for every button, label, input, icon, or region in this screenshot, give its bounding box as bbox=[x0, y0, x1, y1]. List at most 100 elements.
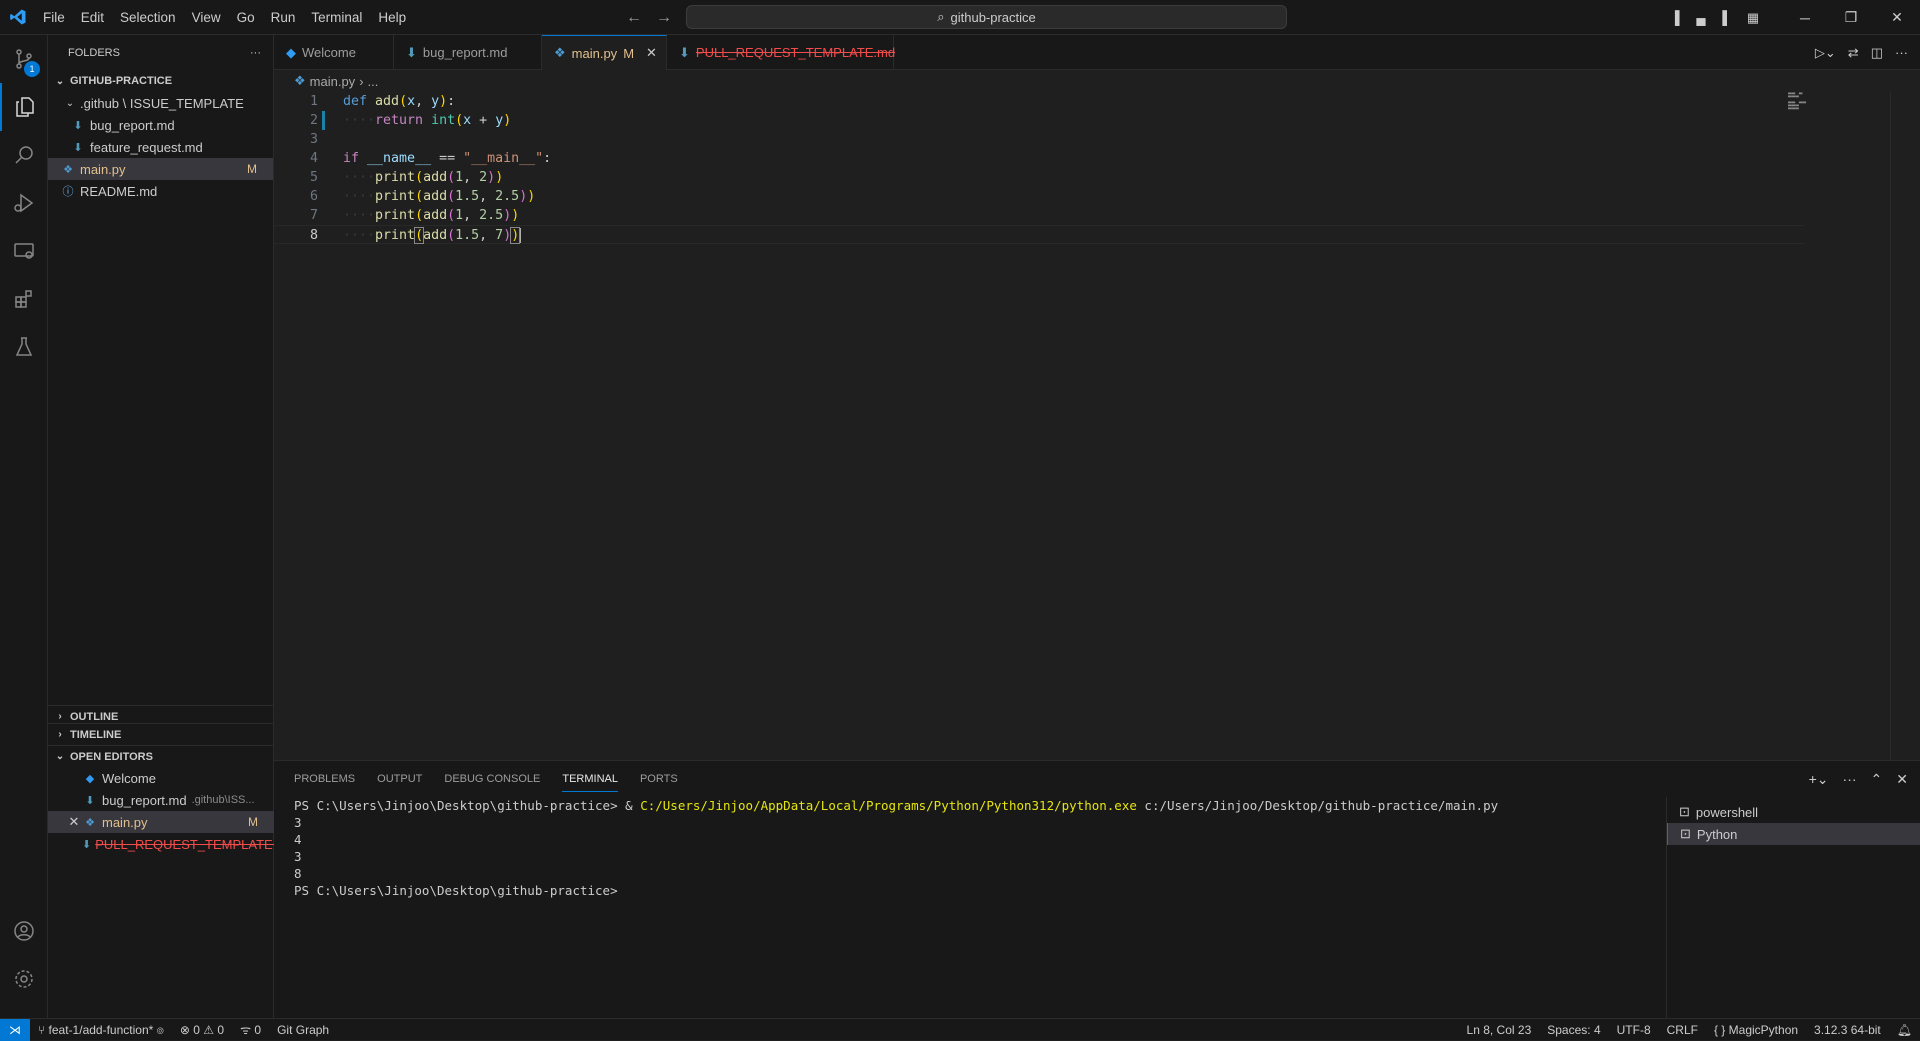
terminal-output-line: 3 bbox=[294, 815, 302, 830]
command-center[interactable]: ⌕ github-practice bbox=[686, 5, 1287, 29]
remote-indicator-icon[interactable]: ⋊ bbox=[0, 1018, 30, 1041]
python-file-icon: ❖ bbox=[85, 816, 95, 829]
new-terminal-icon[interactable]: +⌄ bbox=[1809, 771, 1829, 788]
python-interpreter[interactable]: 3.12.3 64-bit bbox=[1806, 1023, 1889, 1037]
cursor-position[interactable]: Ln 8, Col 23 bbox=[1459, 1023, 1540, 1037]
file-bug-report[interactable]: ⬇ bug_report.md bbox=[48, 114, 273, 136]
branch-indicator[interactable]: ⑂ feat-1/add-function* ◎ bbox=[30, 1023, 172, 1037]
open-editor-welcome[interactable]: ◆ Welcome bbox=[48, 767, 274, 789]
breadcrumb-symbol[interactable]: ... bbox=[368, 74, 379, 89]
terminal-item-powershell[interactable]: ⊡ powershell bbox=[1667, 801, 1920, 823]
sync-icon: ◎ bbox=[156, 1022, 164, 1037]
tab-main-py[interactable]: ❖ main.py M ✕ bbox=[542, 35, 667, 70]
toggle-panel-icon[interactable]: ▄ bbox=[1688, 10, 1714, 25]
minimize-button[interactable]: ─ bbox=[1782, 0, 1828, 35]
tab-pr-template[interactable]: ⬇ PULL_REQUEST_TEMPLATE.md bbox=[667, 35, 896, 70]
close-window-button[interactable]: ✕ bbox=[1874, 0, 1920, 35]
code-text: ····print(add(1, 2.5)) bbox=[343, 208, 520, 223]
menu-view[interactable]: View bbox=[184, 0, 229, 35]
minimap[interactable]: ▬▬ ▬ ▬▬▬ ▬▬ ▬▬ ▬▬▬ ▬▬▬ bbox=[1788, 91, 1818, 112]
run-python-file-icon[interactable]: ▷⌄ bbox=[1815, 45, 1836, 61]
end-of-line[interactable]: CRLF bbox=[1659, 1023, 1706, 1037]
open-editor-path: .github\ISS... bbox=[191, 794, 255, 806]
run-and-debug-icon[interactable] bbox=[0, 179, 48, 227]
close-panel-icon[interactable]: ✕ bbox=[1896, 771, 1908, 788]
explorer-icon[interactable] bbox=[0, 83, 48, 131]
info-icon: ⓘ bbox=[62, 186, 74, 198]
line-number: 3 bbox=[309, 132, 318, 147]
tab-label: PULL_REQUEST_TEMPLATE.md bbox=[695, 45, 896, 60]
file-readme[interactable]: ⓘ README.md bbox=[48, 180, 273, 202]
tab-ports[interactable]: PORTS bbox=[640, 773, 678, 785]
code-editor[interactable]: 1 def add(x, y): 2 ····return int(x + y)… bbox=[274, 91, 1904, 760]
code-text: ····print(add(1, 2)) bbox=[343, 170, 504, 185]
extensions-icon[interactable] bbox=[0, 275, 48, 323]
close-tab-icon[interactable]: ✕ bbox=[646, 45, 657, 61]
title-bar: File Edit Selection View Go Run Terminal… bbox=[0, 0, 1920, 35]
git-graph-button[interactable]: Git Graph bbox=[269, 1023, 337, 1037]
breadcrumb-file[interactable]: main.py bbox=[310, 74, 356, 89]
toggle-secondary-sidebar-icon[interactable]: ▌ bbox=[1714, 10, 1740, 25]
section-label: TIMELINE bbox=[70, 728, 122, 741]
more-actions-icon[interactable]: ··· bbox=[1843, 771, 1857, 787]
file-main-py[interactable]: ❖ main.py M bbox=[48, 158, 273, 180]
markdown-file-icon: ⬇ bbox=[679, 44, 690, 60]
open-editors-section[interactable]: ⌄ OPEN EDITORS bbox=[48, 745, 274, 767]
menu-go[interactable]: Go bbox=[229, 0, 263, 35]
source-control-icon[interactable]: 1 bbox=[0, 35, 48, 83]
more-actions-icon[interactable]: ··· bbox=[250, 47, 261, 59]
tab-output[interactable]: OUTPUT bbox=[377, 773, 422, 785]
scm-badge: 1 bbox=[24, 61, 40, 77]
code-line-current: 8 ····print(add(1.5, 7)) bbox=[274, 225, 1804, 244]
menu-selection[interactable]: Selection bbox=[112, 0, 184, 35]
menu-help[interactable]: Help bbox=[370, 0, 414, 35]
restore-button[interactable]: ❐ bbox=[1828, 0, 1874, 35]
editor-actions: ▷⌄ ⇄ ◫ ··· bbox=[1815, 35, 1908, 70]
workspace-root[interactable]: ⌄ GITHUB-PRACTICE bbox=[48, 70, 273, 92]
indentation[interactable]: Spaces: 4 bbox=[1539, 1023, 1608, 1037]
open-editor-bug-report[interactable]: ⬇ bug_report.md .github\ISS... bbox=[48, 789, 274, 811]
back-arrow-icon[interactable]: ← bbox=[626, 9, 642, 27]
ports-indicator[interactable]: ᯤ 0 bbox=[232, 1021, 269, 1038]
open-editor-main-py[interactable]: ✕ ❖ main.py M bbox=[48, 811, 274, 833]
more-actions-icon[interactable]: ··· bbox=[1895, 45, 1908, 60]
testing-icon[interactable] bbox=[0, 323, 48, 371]
search-view-icon[interactable] bbox=[0, 131, 48, 179]
folder-issue-template[interactable]: ⌄ .github \ ISSUE_TEMPLATE bbox=[48, 92, 273, 114]
line-number: 8 bbox=[309, 228, 318, 243]
tab-bug-report[interactable]: ⬇ bug_report.md bbox=[394, 35, 542, 70]
open-editor-pr-template[interactable]: ⬇ PULL_REQUEST_TEMPLATE... bbox=[48, 833, 284, 855]
open-changes-icon[interactable]: ⇄ bbox=[1848, 45, 1859, 61]
menu-file[interactable]: File bbox=[35, 0, 73, 35]
close-icon[interactable]: ✕ bbox=[66, 814, 82, 830]
split-editor-icon[interactable]: ◫ bbox=[1871, 45, 1883, 61]
file-feature-request[interactable]: ⬇ feature_request.md bbox=[48, 136, 273, 158]
problems-indicator[interactable]: ⊗ 0 ⚠ 0 bbox=[172, 1023, 232, 1037]
open-editor-label: PULL_REQUEST_TEMPLATE... bbox=[95, 836, 284, 852]
code-text: ····print(add(1.5, 2.5)) bbox=[343, 189, 536, 204]
modified-badge: M bbox=[247, 162, 257, 176]
accounts-icon[interactable] bbox=[0, 907, 48, 955]
notifications-bell-icon[interactable]: 🔔︎ bbox=[1889, 1023, 1920, 1037]
terminal-item-python[interactable]: ⊡ Python bbox=[1667, 823, 1920, 845]
maximize-panel-icon[interactable]: ⌃ bbox=[1871, 771, 1883, 788]
tab-debug-console[interactable]: DEBUG CONSOLE bbox=[444, 773, 540, 785]
tab-welcome[interactable]: ◆ Welcome bbox=[274, 35, 394, 70]
encoding[interactable]: UTF-8 bbox=[1609, 1023, 1659, 1037]
terminal-prompt: PS C:\Users\Jinjoo\Desktop\github-practi… bbox=[294, 798, 641, 813]
customize-layout-icon[interactable]: ▦ bbox=[1740, 10, 1766, 26]
forward-arrow-icon[interactable]: → bbox=[656, 9, 672, 27]
editor-scrollbar[interactable] bbox=[1890, 92, 1904, 760]
menu-terminal[interactable]: Terminal bbox=[303, 0, 370, 35]
menu-run[interactable]: Run bbox=[263, 0, 304, 35]
tab-terminal[interactable]: TERMINAL bbox=[562, 773, 618, 792]
error-count: 0 bbox=[193, 1022, 200, 1037]
timeline-section[interactable]: › TIMELINE bbox=[48, 723, 274, 745]
terminal-output[interactable]: PS C:\Users\Jinjoo\Desktop\github-practi… bbox=[294, 797, 1654, 899]
language-mode[interactable]: { } MagicPython bbox=[1706, 1023, 1806, 1037]
tab-problems[interactable]: PROBLEMS bbox=[294, 773, 355, 785]
menu-edit[interactable]: Edit bbox=[73, 0, 112, 35]
remote-explorer-icon[interactable] bbox=[0, 227, 48, 275]
manage-gear-icon[interactable] bbox=[0, 955, 48, 1003]
toggle-primary-sidebar-icon[interactable]: ▐ bbox=[1662, 10, 1688, 25]
